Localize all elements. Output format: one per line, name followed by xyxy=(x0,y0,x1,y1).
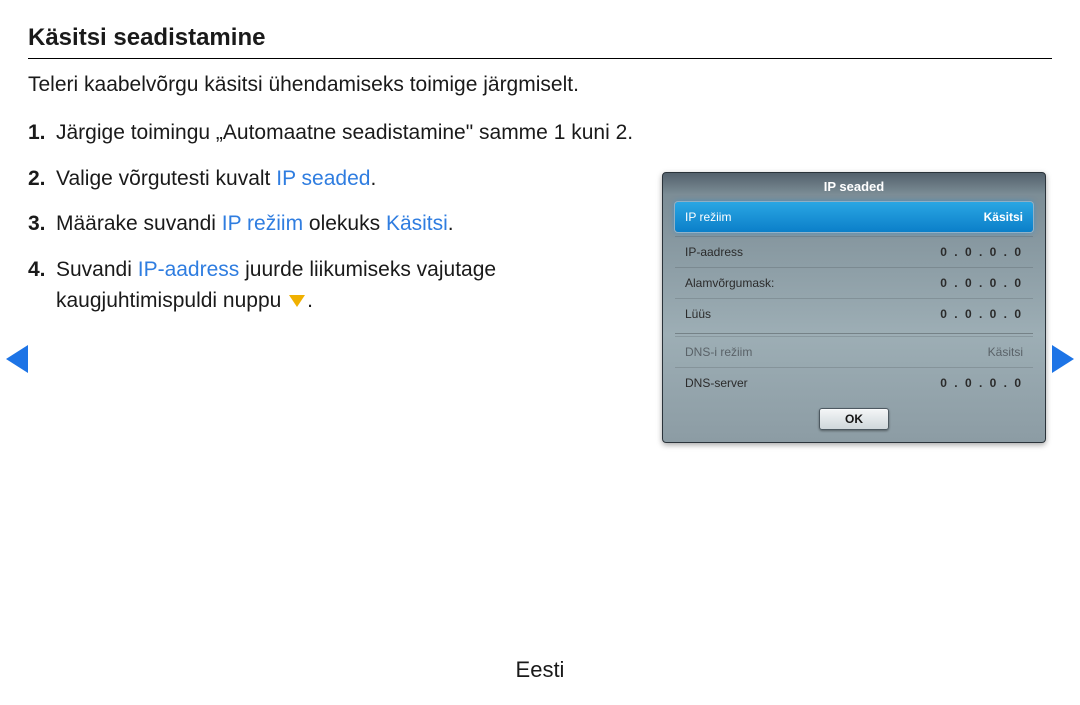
triangle-right-icon xyxy=(1052,345,1074,373)
row-value: 0 . 0 . 0 . 0 xyxy=(940,245,1023,259)
ok-button[interactable]: OK xyxy=(819,408,889,430)
step-text-post: . xyxy=(307,289,313,312)
step-number: 1. xyxy=(28,117,46,149)
step-4: 4. Suvandi IP-aadress juurde liikumiseks… xyxy=(28,254,618,317)
row-label: Alamvõrgumask: xyxy=(685,276,774,290)
divider xyxy=(675,333,1033,334)
step-text-post: . xyxy=(370,167,376,190)
triangle-left-icon xyxy=(6,345,28,373)
page-title: Käsitsi seadistamine xyxy=(28,24,1052,59)
panel-title: IP seaded xyxy=(663,173,1045,202)
step-text: Järgige toimingu „Automaatne seadistamin… xyxy=(56,121,633,144)
highlight-ip-reziim: IP režiim xyxy=(222,212,303,235)
language-footer: Eesti xyxy=(0,657,1080,683)
step-text-post: . xyxy=(448,212,454,235)
step-text-pre: Valige võrgutesti kuvalt xyxy=(56,167,276,190)
row-dns-server[interactable]: DNS-server 0 . 0 . 0 . 0 xyxy=(675,367,1033,398)
step-number: 2. xyxy=(28,163,46,195)
row-label: IP-aadress xyxy=(685,245,743,259)
row-label: IP režiim xyxy=(685,210,731,224)
row-label: DNS-server xyxy=(685,376,748,390)
row-gateway[interactable]: Lüüs 0 . 0 . 0 . 0 xyxy=(675,298,1033,329)
row-subnet-mask[interactable]: Alamvõrgumask: 0 . 0 . 0 . 0 xyxy=(675,267,1033,298)
row-value: Käsitsi xyxy=(984,210,1023,224)
step-text-pre: Määrake suvandi xyxy=(56,212,222,235)
step-text-mid: olekuks xyxy=(303,212,386,235)
row-ip-mode[interactable]: IP režiim Käsitsi xyxy=(675,202,1033,232)
highlight-ip-seaded: IP seaded xyxy=(276,167,370,190)
nav-next-button[interactable] xyxy=(1052,345,1074,373)
row-label: DNS-i režiim xyxy=(685,345,752,359)
step-number: 4. xyxy=(28,254,46,286)
down-arrow-icon xyxy=(289,295,305,307)
row-value: 0 . 0 . 0 . 0 xyxy=(940,376,1023,390)
row-value: 0 . 0 . 0 . 0 xyxy=(940,307,1023,321)
row-value: Käsitsi xyxy=(988,345,1023,359)
step-1: 1. Järgige toimingu „Automaatne seadista… xyxy=(28,117,1052,149)
intro-text: Teleri kaabelvõrgu käsitsi ühendamiseks … xyxy=(28,73,1052,97)
step-text-pre: Suvandi xyxy=(56,258,138,281)
row-dns-mode[interactable]: DNS-i režiim Käsitsi xyxy=(675,336,1033,367)
ip-settings-panel: IP seaded IP režiim Käsitsi IP-aadress 0… xyxy=(662,172,1046,443)
nav-prev-button[interactable] xyxy=(6,345,28,373)
step-number: 3. xyxy=(28,208,46,240)
highlight-kasitsi: Käsitsi xyxy=(386,212,448,235)
row-value: 0 . 0 . 0 . 0 xyxy=(940,276,1023,290)
row-ip-address[interactable]: IP-aadress 0 . 0 . 0 . 0 xyxy=(675,236,1033,267)
highlight-ip-aadress: IP-aadress xyxy=(138,258,240,281)
row-label: Lüüs xyxy=(685,307,711,321)
